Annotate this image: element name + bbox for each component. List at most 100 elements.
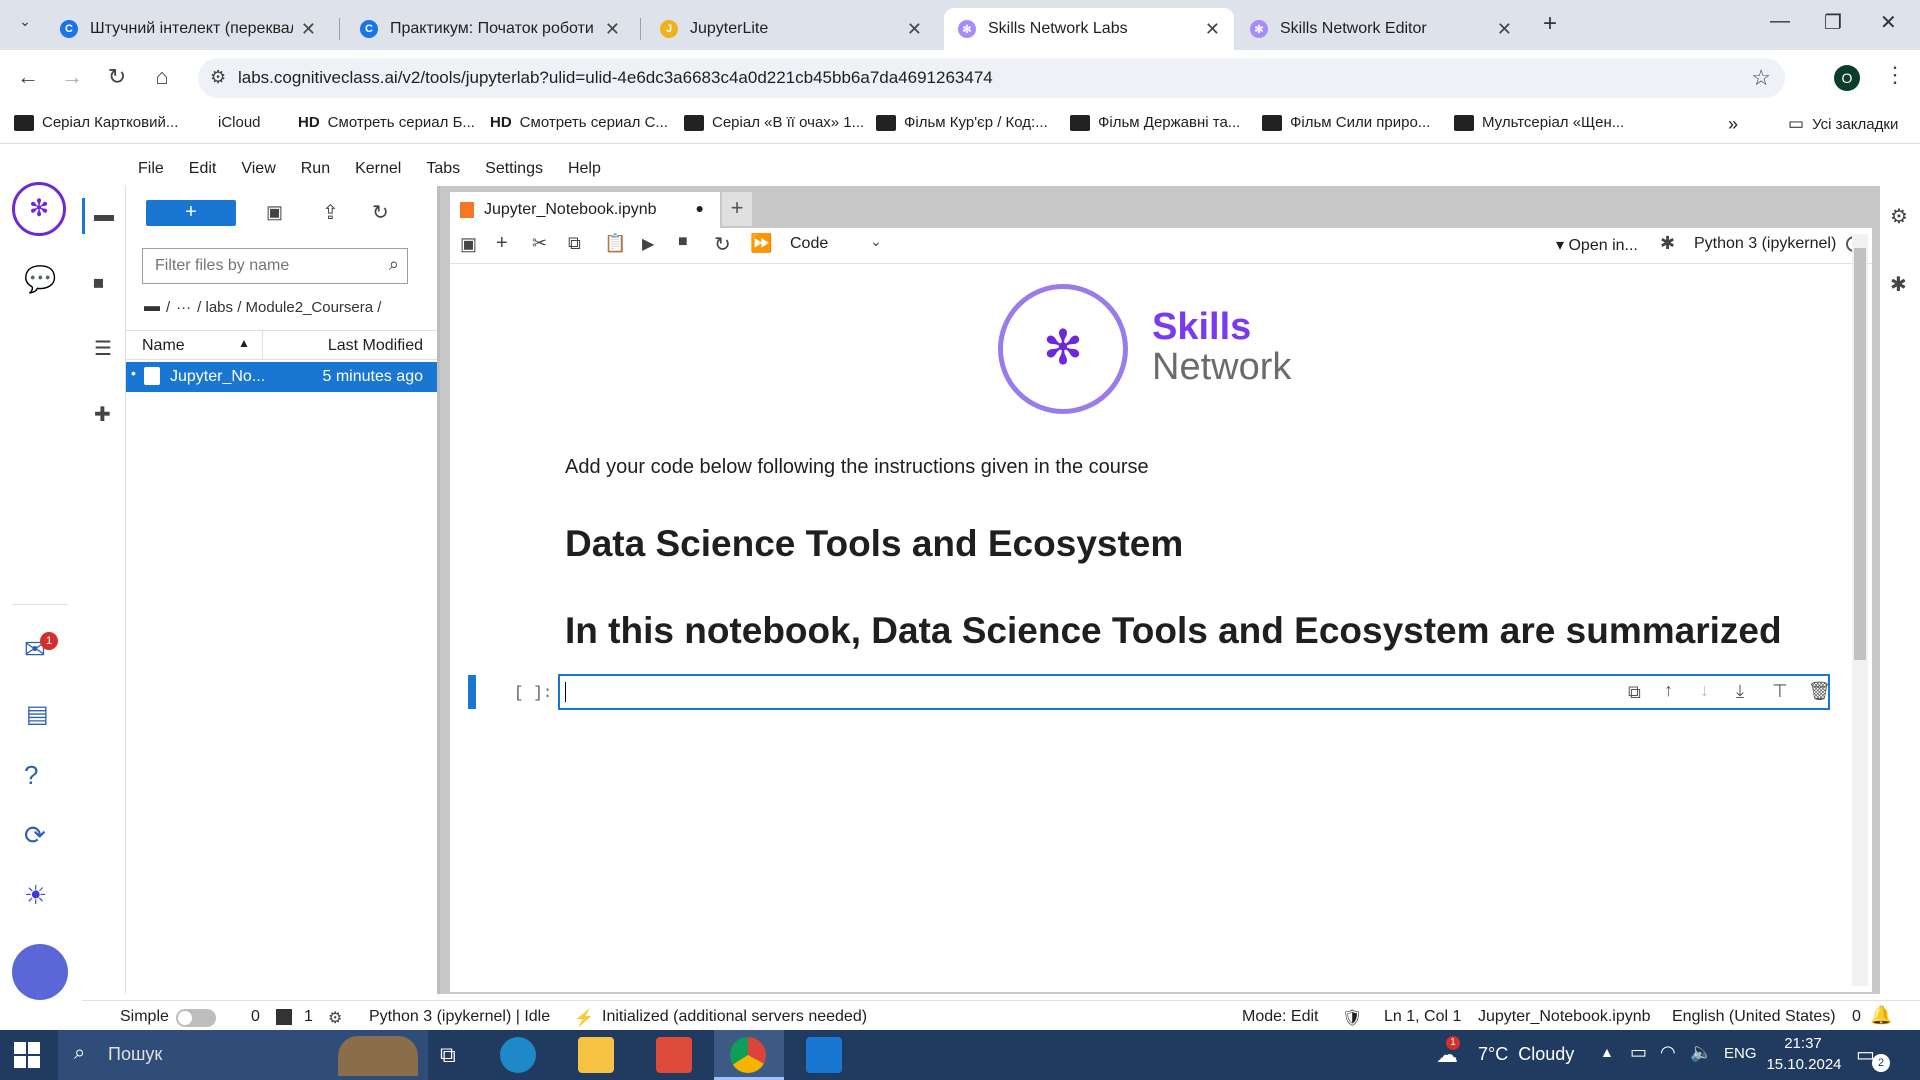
- new-launcher-tab-plus-icon[interactable]: +: [722, 192, 752, 226]
- instructions-document-icon[interactable]: ▤: [26, 700, 49, 729]
- all-bookmarks-folder[interactable]: ▭ Усі закладки: [1788, 114, 1898, 134]
- url-field[interactable]: ⚙ labs.cognitiveclass.ai/v2/tools/jupyte…: [198, 58, 1785, 98]
- chevron-down-icon[interactable]: ⌄: [870, 233, 882, 250]
- help-question-icon[interactable]: ?: [24, 760, 38, 791]
- skills-network-logo-icon[interactable]: ✻: [12, 182, 66, 236]
- reload-icon[interactable]: ↻: [103, 64, 131, 90]
- task-view-icon[interactable]: ⧉: [440, 1042, 456, 1068]
- file-row-selected[interactable]: • Jupyter_No... 5 minutes ago: [126, 362, 437, 392]
- cursor-position[interactable]: Ln 1, Col 1: [1384, 1008, 1461, 1026]
- microsoft-store-icon[interactable]: [656, 1037, 692, 1073]
- debugger-bug-icon[interactable]: ✱: [1890, 272, 1907, 297]
- table-of-contents-icon[interactable]: ☰: [94, 336, 112, 361]
- mail-icon[interactable]: [806, 1037, 842, 1073]
- cut-scissors-icon[interactable]: ✂: [532, 233, 547, 254]
- windows-start-icon[interactable]: [14, 1042, 40, 1068]
- breadcrumb-ellipsis[interactable]: ···: [176, 299, 191, 316]
- forward-arrow-icon[interactable]: →: [58, 64, 86, 90]
- file-filter-input[interactable]: Filter files by name ⌕: [142, 248, 408, 284]
- delete-cell-trash-icon[interactable]: 🗑: [1808, 681, 1831, 702]
- notebook-document-tab[interactable]: Jupyter_Notebook.ipynb ●: [450, 192, 720, 228]
- bookmark-item[interactable]: Мультсеріал «Щен...: [1454, 114, 1624, 131]
- copy-icon[interactable]: ⧉: [568, 233, 581, 254]
- bookmark-item[interactable]: HD Смотреть сериал С...: [490, 114, 668, 131]
- insert-cell-plus-icon[interactable]: +: [496, 232, 508, 255]
- menu-view[interactable]: View: [241, 160, 275, 178]
- restart-kernel-icon[interactable]: ↻: [714, 232, 731, 257]
- menu-settings[interactable]: Settings: [485, 160, 543, 178]
- bookmark-item[interactable]: Фільм Кур'єр / Код:...: [876, 114, 1048, 131]
- menu-kernel[interactable]: Kernel: [355, 160, 401, 178]
- column-name[interactable]: Name: [142, 337, 185, 355]
- restore-window-icon[interactable]: ❐: [1824, 10, 1842, 35]
- menu-run[interactable]: Run: [301, 160, 330, 178]
- run-all-fast-forward-icon[interactable]: ⏩: [750, 233, 772, 254]
- tab-search-chevron-icon[interactable]: ⌄: [14, 13, 36, 35]
- browser-menu-kebab-icon[interactable]: ⋮: [1884, 62, 1906, 88]
- close-window-icon[interactable]: ✕: [1880, 10, 1897, 35]
- scrollbar-thumb[interactable]: [1854, 248, 1866, 660]
- wifi-icon[interactable]: ◠: [1660, 1042, 1676, 1063]
- refresh-file-list-icon[interactable]: ↻: [372, 200, 389, 225]
- edge-browser-icon[interactable]: [500, 1037, 536, 1073]
- bookmark-item[interactable]: Серіал «В її очах» 1...: [684, 114, 864, 131]
- taskbar-search-box[interactable]: ⌕ Пошук: [58, 1030, 428, 1080]
- profile-avatar[interactable]: O: [1834, 65, 1860, 91]
- run-play-icon[interactable]: ▶: [642, 234, 654, 254]
- new-tab-plus-icon[interactable]: +: [1543, 10, 1557, 38]
- chrome-taskbar-active[interactable]: [714, 1030, 784, 1080]
- bookmark-item[interactable]: iCloud: [210, 114, 261, 131]
- menu-help[interactable]: Help: [568, 160, 601, 178]
- bookmark-item[interactable]: Фільм Державні та...: [1070, 114, 1240, 131]
- bookmark-item[interactable]: HD Смотреть сериал Б...: [298, 114, 475, 131]
- tab-jupyterlite[interactable]: J JupyterLite ✕: [646, 8, 936, 50]
- network-cast-icon[interactable]: ▭: [1630, 1042, 1647, 1063]
- tab-skills-network-editor[interactable]: ✻ Skills Network Editor ✕: [1236, 8, 1526, 50]
- split-cell-icon[interactable]: ⊤: [1772, 681, 1788, 702]
- bookmark-item[interactable]: Фільм Сили приро...: [1262, 114, 1430, 131]
- paste-clipboard-icon[interactable]: 📋: [604, 233, 626, 254]
- clock-date[interactable]: 15.10.2024: [1766, 1056, 1842, 1073]
- menu-tabs[interactable]: Tabs: [426, 160, 460, 178]
- close-tab-icon[interactable]: ✕: [1497, 19, 1512, 40]
- tab-practicum[interactable]: C Практикум: Початок роботи з ✕: [346, 8, 634, 50]
- close-tab-icon[interactable]: ✕: [907, 19, 922, 40]
- user-avatar-icon[interactable]: [12, 944, 68, 1000]
- file-explorer-icon[interactable]: [578, 1037, 614, 1073]
- terminal-icon[interactable]: [276, 1009, 292, 1025]
- clock-time[interactable]: 21:37: [1768, 1035, 1838, 1052]
- sync-refresh-icon[interactable]: ⟳: [24, 820, 46, 851]
- weather-text[interactable]: 7°C Cloudy: [1478, 1044, 1574, 1065]
- kernel-status-text[interactable]: Python 3 (ipykernel) | Idle: [369, 1008, 550, 1026]
- notification-bell-icon[interactable]: 🔔: [1870, 1005, 1892, 1026]
- minimize-window-icon[interactable]: —: [1770, 10, 1790, 33]
- input-language[interactable]: ENG: [1724, 1045, 1757, 1062]
- breadcrumb-root[interactable]: /: [166, 299, 170, 316]
- bookmark-item[interactable]: Серіал Картковий...: [14, 114, 178, 131]
- chat-assistant-icon[interactable]: 💬: [24, 264, 56, 295]
- extensions-puzzle-icon[interactable]: ✚: [94, 402, 111, 427]
- site-info-icon[interactable]: ⚙: [210, 67, 226, 88]
- tray-chevron-up-icon[interactable]: ▲: [1600, 1044, 1614, 1060]
- volume-icon[interactable]: 🔈: [1690, 1042, 1712, 1063]
- close-tab-icon[interactable]: ✕: [605, 19, 620, 40]
- home-icon[interactable]: ⌂: [148, 64, 176, 90]
- back-arrow-icon[interactable]: ←: [14, 64, 42, 90]
- move-cell-up-icon[interactable]: ↑: [1664, 680, 1673, 701]
- tab-ai-course[interactable]: C Штучний інтелект (перекваліф ✕: [46, 8, 330, 50]
- cell-type-select[interactable]: Code: [790, 235, 828, 253]
- close-tab-icon[interactable]: ✕: [301, 19, 316, 40]
- file-browser-folder-icon[interactable]: ▬: [94, 204, 114, 227]
- new-folder-icon[interactable]: ▣: [266, 202, 283, 223]
- simple-mode-toggle[interactable]: [176, 1009, 216, 1027]
- move-cell-down-icon[interactable]: ↓: [1700, 680, 1709, 701]
- code-cell-editor[interactable]: ⧉ ↑ ↓ ⤓ ⊤ 🗑: [558, 674, 1831, 710]
- lsp-status[interactable]: Initialized (additional servers needed): [602, 1008, 867, 1026]
- more-bookmarks-chevron-icon[interactable]: »: [1728, 114, 1738, 135]
- theme-sun-icon[interactable]: ☀: [24, 880, 47, 911]
- breadcrumb-path[interactable]: / labs / Module2_Coursera /: [197, 299, 381, 316]
- menu-file[interactable]: File: [138, 160, 164, 178]
- save-icon[interactable]: ▣: [460, 234, 477, 255]
- language-indicator[interactable]: English (United States): [1672, 1008, 1836, 1026]
- insert-cell-below-icon[interactable]: ⤓: [1736, 681, 1744, 702]
